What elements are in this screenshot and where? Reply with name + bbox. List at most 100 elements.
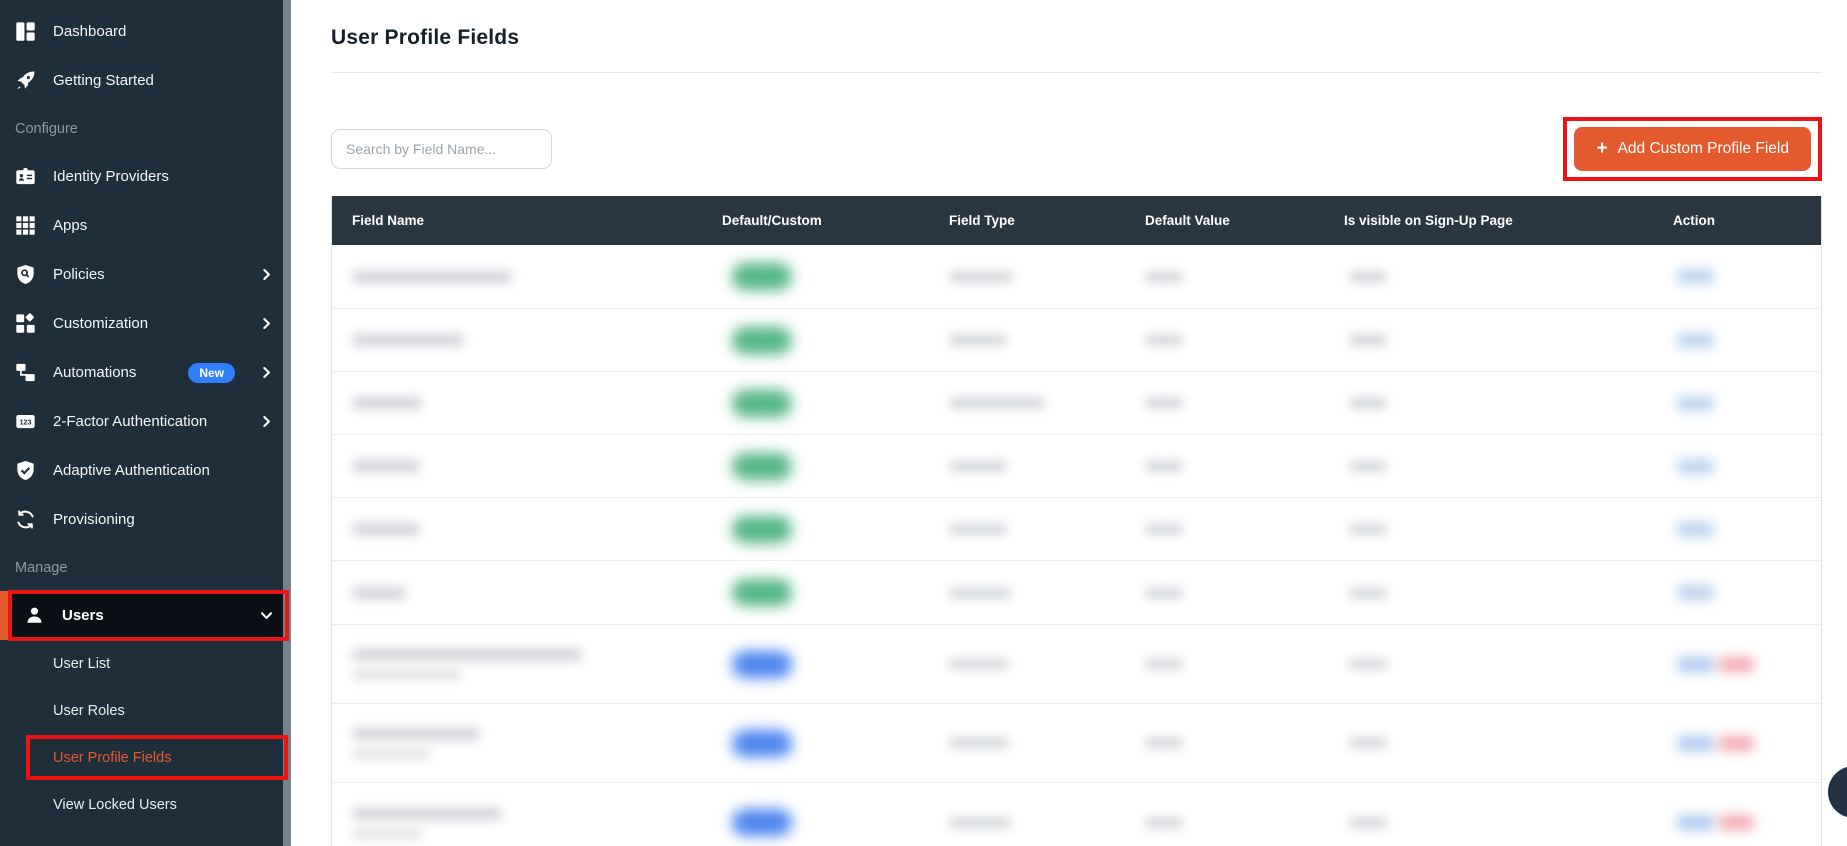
custom-badge bbox=[732, 729, 792, 757]
table-row bbox=[332, 434, 1821, 497]
redacted-field-name bbox=[352, 459, 420, 473]
sidebar-item-2-factor-authentication[interactable]: 123 2-Factor Authentication bbox=[0, 397, 291, 446]
redacted-field-type bbox=[949, 586, 1011, 599]
view-action-icon[interactable] bbox=[1677, 458, 1714, 474]
default-custom-cell bbox=[702, 515, 929, 543]
default-value-cell bbox=[1125, 270, 1324, 283]
sidebar-item-policies[interactable]: Policies bbox=[0, 250, 291, 299]
chevron-right-icon bbox=[260, 268, 273, 281]
default-badge bbox=[732, 452, 792, 480]
delete-action-icon[interactable] bbox=[1719, 735, 1754, 751]
profile-fields-table: Field Name Default/Custom Field Type Defaul… bbox=[331, 196, 1822, 846]
add-button-annotation-box: + Add Custom Profile Field bbox=[1563, 117, 1822, 181]
view-action-icon[interactable] bbox=[1677, 332, 1714, 348]
rocket-icon bbox=[15, 70, 36, 91]
edit-action-icon[interactable] bbox=[1677, 656, 1714, 672]
sidebar-item-label: Getting Started bbox=[53, 72, 154, 89]
sidebar-item-dashboard[interactable]: Dashboard bbox=[0, 7, 291, 56]
delete-action-icon[interactable] bbox=[1719, 815, 1754, 830]
default-value-cell bbox=[1125, 586, 1324, 599]
add-button-label: Add Custom Profile Field bbox=[1617, 140, 1789, 157]
column-header-field-type: Field Type bbox=[949, 213, 1015, 228]
table-row bbox=[332, 703, 1821, 782]
sidebar-item-customization[interactable]: Customization bbox=[0, 299, 291, 348]
redacted-visibility bbox=[1349, 460, 1387, 472]
default-value-cell bbox=[1125, 334, 1324, 346]
sidebar-scrollbar[interactable] bbox=[283, 0, 291, 846]
redacted-field-type bbox=[949, 334, 1007, 346]
visible-on-signup-cell bbox=[1324, 523, 1653, 535]
field-name-cell bbox=[332, 522, 702, 536]
add-custom-profile-field-button[interactable]: + Add Custom Profile Field bbox=[1574, 127, 1811, 171]
new-badge: New bbox=[188, 362, 235, 383]
redacted-visibility bbox=[1349, 270, 1387, 283]
default-value-cell bbox=[1125, 397, 1324, 409]
column-header-is-visible-on-sign-up-page: Is visible on Sign-Up Page bbox=[1344, 213, 1513, 228]
field-name-cell bbox=[332, 648, 702, 680]
redacted-default-value bbox=[1145, 460, 1183, 472]
redacted-visibility bbox=[1349, 737, 1387, 749]
redacted-field-type bbox=[949, 737, 1009, 749]
shield-search-icon bbox=[15, 264, 36, 285]
redacted-default-value bbox=[1145, 334, 1183, 346]
redacted-default-value bbox=[1145, 270, 1183, 283]
sidebar-subitem-label: User List bbox=[53, 655, 111, 672]
default-badge bbox=[732, 515, 792, 543]
page-title: User Profile Fields bbox=[331, 26, 520, 49]
title-divider bbox=[331, 72, 1822, 73]
sidebar-subitem-view-locked-users[interactable]: View Locked Users bbox=[0, 781, 291, 828]
table-row bbox=[332, 371, 1821, 434]
default-badge bbox=[732, 263, 792, 290]
sidebar-item-adaptive-authentication[interactable]: Adaptive Authentication bbox=[0, 446, 291, 495]
field-type-cell bbox=[929, 658, 1125, 670]
action-cell bbox=[1653, 521, 1821, 537]
action-cell bbox=[1653, 735, 1821, 751]
edit-action-icon[interactable] bbox=[1677, 815, 1714, 830]
search-input[interactable] bbox=[331, 129, 552, 169]
sidebar-item-apps[interactable]: Apps bbox=[0, 201, 291, 250]
default-value-cell bbox=[1125, 816, 1324, 829]
sync-icon bbox=[15, 509, 36, 530]
plus-icon: + bbox=[1596, 137, 1608, 159]
chevron-right-icon bbox=[260, 415, 273, 428]
table-header-row: Field Name Default/Custom Field Type Defaul… bbox=[332, 196, 1821, 245]
sidebar-subitem-user-profile-fields[interactable]: User Profile Fields bbox=[0, 734, 291, 781]
automations-icon bbox=[15, 362, 36, 383]
action-cell bbox=[1653, 332, 1821, 348]
redacted-field-type bbox=[949, 816, 1011, 829]
view-action-icon[interactable] bbox=[1677, 395, 1714, 411]
redacted-field-name bbox=[352, 727, 480, 741]
table-row bbox=[332, 308, 1821, 371]
visible-on-signup-cell bbox=[1324, 397, 1653, 409]
sidebar-item-automations[interactable]: Automations New bbox=[0, 348, 291, 397]
view-action-icon[interactable] bbox=[1677, 521, 1714, 537]
redacted-visibility bbox=[1349, 397, 1387, 409]
sidebar-subitem-user-list[interactable]: User List bbox=[0, 640, 291, 687]
sidebar-item-getting-started[interactable]: Getting Started bbox=[0, 56, 291, 105]
sidebar-section-label-manage: Manage bbox=[15, 559, 68, 576]
default-value-cell bbox=[1125, 737, 1324, 749]
field-type-cell bbox=[929, 586, 1125, 599]
sidebar: Dashboard Getting Started Configure Identit… bbox=[0, 0, 291, 846]
default-custom-cell bbox=[702, 389, 929, 417]
sidebar-item-users[interactable]: Users bbox=[0, 590, 291, 641]
field-type-cell bbox=[929, 523, 1125, 535]
field-name-cell bbox=[332, 585, 702, 600]
view-action-icon[interactable] bbox=[1677, 269, 1714, 284]
edit-action-icon[interactable] bbox=[1677, 735, 1714, 751]
redacted-visibility bbox=[1349, 586, 1387, 599]
redacted-field-type bbox=[949, 460, 1007, 472]
apps-grid-icon bbox=[15, 215, 36, 236]
sidebar-subitem-user-roles[interactable]: User Roles bbox=[0, 687, 291, 734]
field-type-cell bbox=[929, 397, 1125, 409]
field-type-cell bbox=[929, 460, 1125, 472]
visible-on-signup-cell bbox=[1324, 737, 1653, 749]
field-type-cell bbox=[929, 737, 1125, 749]
redacted-field-name bbox=[352, 396, 422, 410]
sidebar-item-label: Customization bbox=[53, 315, 149, 332]
sidebar-item-provisioning[interactable]: Provisioning bbox=[0, 495, 291, 544]
view-action-icon[interactable] bbox=[1677, 585, 1714, 600]
sidebar-item-identity-providers[interactable]: Identity Providers bbox=[0, 152, 291, 201]
customization-icon bbox=[15, 313, 36, 334]
delete-action-icon[interactable] bbox=[1719, 656, 1754, 672]
